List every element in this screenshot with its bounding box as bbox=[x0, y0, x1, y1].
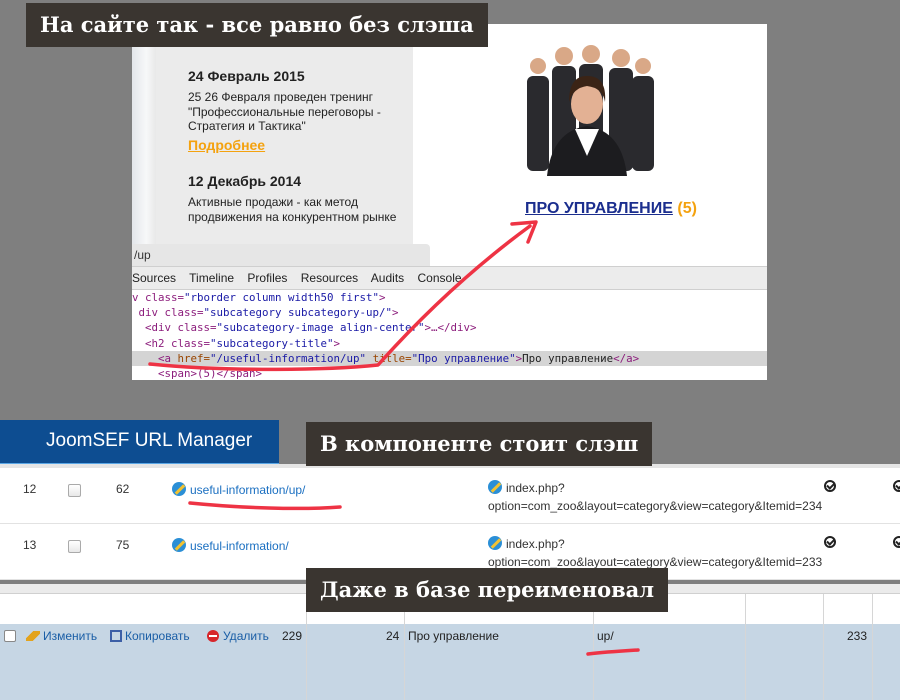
real-url: index.php? option=com_zoo&layout=category… bbox=[488, 535, 822, 571]
tag-text: > bbox=[333, 336, 341, 350]
pencil-icon bbox=[26, 631, 40, 641]
db-table-row: Изменить Копировать Удалить 229 24 Про у… bbox=[0, 624, 900, 700]
devtools-tabs: Sources Timeline Profiles Resources Audi… bbox=[132, 266, 767, 290]
tag-text: > bbox=[392, 306, 399, 320]
column-divider bbox=[823, 594, 824, 700]
column-divider bbox=[872, 594, 873, 700]
row-number: 12 bbox=[23, 482, 37, 496]
edit-icon bbox=[172, 538, 186, 552]
edit-label: Изменить bbox=[43, 629, 98, 643]
cell-id[interactable]: 229 bbox=[282, 629, 302, 643]
tag-text: >…</div> bbox=[424, 321, 477, 335]
tag-text: <div class= bbox=[145, 321, 217, 335]
attr-name: href= bbox=[177, 351, 211, 365]
tag-text: <h2 class= bbox=[145, 336, 211, 350]
tag-text: </a> bbox=[613, 351, 640, 365]
dom-line[interactable]: v class="rborder column width50 first"> bbox=[132, 290, 767, 305]
tag-text: > bbox=[379, 291, 386, 304]
real-url-line2: option=com_zoo&layout=category&view=cate… bbox=[488, 499, 823, 513]
row-id: 75 bbox=[116, 538, 130, 552]
table-row: 12 62 useful-information/up/ index.php? o… bbox=[0, 468, 900, 524]
news-more-link[interactable]: Подробнее bbox=[188, 137, 265, 153]
dom-line[interactable]: <h2 class="subcategory-title"> bbox=[132, 336, 767, 351]
dom-line[interactable]: div class="subcategory subcategory-up/"> bbox=[132, 305, 767, 320]
real-url-line1: index.php? bbox=[506, 481, 565, 495]
team-photo bbox=[527, 45, 654, 176]
row-checkbox[interactable] bbox=[68, 484, 81, 497]
category-title: ПРО УПРАВЛЕНИЕ (5) bbox=[525, 200, 697, 218]
delete-icon bbox=[207, 630, 219, 642]
callout-database: Даже в базе переименовал bbox=[306, 568, 669, 612]
attr-value: "subcategory-image align-center" bbox=[216, 321, 425, 335]
column-divider bbox=[745, 594, 746, 700]
enabled-check-icon[interactable] bbox=[824, 480, 836, 495]
row-checkbox[interactable] bbox=[4, 630, 16, 642]
callout-component: В компоненте стоит слэш bbox=[306, 422, 653, 466]
sef-url-text: useful-information/up/ bbox=[190, 483, 306, 497]
cell-alias[interactable]: up/ bbox=[597, 629, 614, 643]
attr-name: title= bbox=[366, 351, 412, 365]
dom-line[interactable]: <div class="subcategory-image align-cent… bbox=[132, 320, 767, 335]
devtools-dom-tree: v class="rborder column width50 first"> … bbox=[132, 290, 767, 380]
news-sidebar: 24 Февраль 2015 25 26 Февраля проведен т… bbox=[132, 24, 413, 245]
enabled-check-icon[interactable] bbox=[893, 480, 900, 495]
category-link[interactable]: ПРО УПРАВЛЕНИЕ bbox=[525, 200, 673, 217]
tab-sources[interactable]: Sources bbox=[132, 271, 176, 285]
tag-text: v class= bbox=[132, 291, 185, 304]
dom-line[interactable]: <span>(5)</span> bbox=[132, 366, 767, 380]
tab-resources[interactable]: Resources bbox=[301, 271, 358, 285]
row-checkbox[interactable] bbox=[68, 540, 81, 553]
edit-icon bbox=[172, 482, 186, 496]
copy-label: Копировать bbox=[125, 629, 190, 643]
tag-text: <span>(5)</span> bbox=[158, 366, 263, 380]
tab-profiles[interactable]: Profiles bbox=[247, 271, 287, 285]
delete-label: Удалить bbox=[223, 629, 269, 643]
callout-site: На сайте так - все равно без слэша bbox=[26, 3, 488, 47]
news-text: Активные продажи - как метод продвижения… bbox=[188, 195, 397, 224]
category-count: (5) bbox=[677, 200, 697, 217]
real-url-line1: index.php? bbox=[506, 537, 565, 551]
sef-url-text: useful-information/ bbox=[190, 539, 289, 553]
attr-value: "subcategory subcategory-up/" bbox=[203, 306, 393, 320]
joomsef-url-table: 12 62 useful-information/up/ index.php? o… bbox=[0, 468, 900, 580]
news-text: 25 26 Февраля проведен тренинг "Професси… bbox=[188, 90, 381, 133]
cell-name[interactable]: Про управление bbox=[408, 629, 499, 643]
news-date: 12 Декабрь 2014 bbox=[188, 173, 302, 189]
tab-console[interactable]: Console bbox=[418, 271, 462, 285]
sef-url-link[interactable]: useful-information/ bbox=[172, 538, 289, 553]
edit-icon[interactable] bbox=[488, 536, 502, 550]
tab-timeline[interactable]: Timeline bbox=[189, 271, 234, 285]
real-url-line2: option=com_zoo&layout=category&view=cate… bbox=[488, 555, 823, 569]
enabled-check-icon[interactable] bbox=[824, 536, 836, 551]
website-screenshot: 24 Февраль 2015 25 26 Февраля проведен т… bbox=[132, 24, 767, 380]
real-url: index.php? option=com_zoo&layout=category… bbox=[488, 479, 822, 515]
href-value: "/useful-information/up" bbox=[210, 351, 367, 365]
attr-value: "subcategory-title" bbox=[210, 336, 334, 350]
delete-button[interactable]: Удалить bbox=[207, 629, 269, 643]
sidebar-rail bbox=[132, 24, 156, 245]
devtools-url-bar: /up bbox=[132, 244, 430, 266]
copy-icon bbox=[110, 630, 122, 642]
cell-parent[interactable]: 24 bbox=[386, 629, 399, 643]
joomsef-title: JoomSEF URL Manager bbox=[0, 420, 279, 466]
news-date: 24 Февраль 2015 bbox=[188, 68, 305, 84]
dom-line-selected[interactable]: <a href="/useful-information/up" title="… bbox=[132, 350, 767, 366]
attr-value: "Про управление" bbox=[411, 351, 516, 365]
tab-audits[interactable]: Audits bbox=[371, 271, 404, 285]
cell-ordering[interactable]: 233 bbox=[847, 629, 867, 643]
edit-icon[interactable] bbox=[488, 480, 502, 494]
row-number: 13 bbox=[23, 538, 37, 552]
tag-text: div class= bbox=[138, 306, 204, 320]
tag-text: <a bbox=[158, 351, 178, 365]
link-text: Про управление bbox=[522, 351, 614, 365]
enabled-check-icon[interactable] bbox=[893, 536, 900, 551]
copy-button[interactable]: Копировать bbox=[110, 629, 190, 643]
edit-button[interactable]: Изменить bbox=[26, 629, 97, 643]
sef-url-link[interactable]: useful-information/up/ bbox=[172, 482, 305, 497]
row-id: 62 bbox=[116, 482, 130, 496]
attr-value: "rborder column width50 first" bbox=[184, 291, 380, 304]
